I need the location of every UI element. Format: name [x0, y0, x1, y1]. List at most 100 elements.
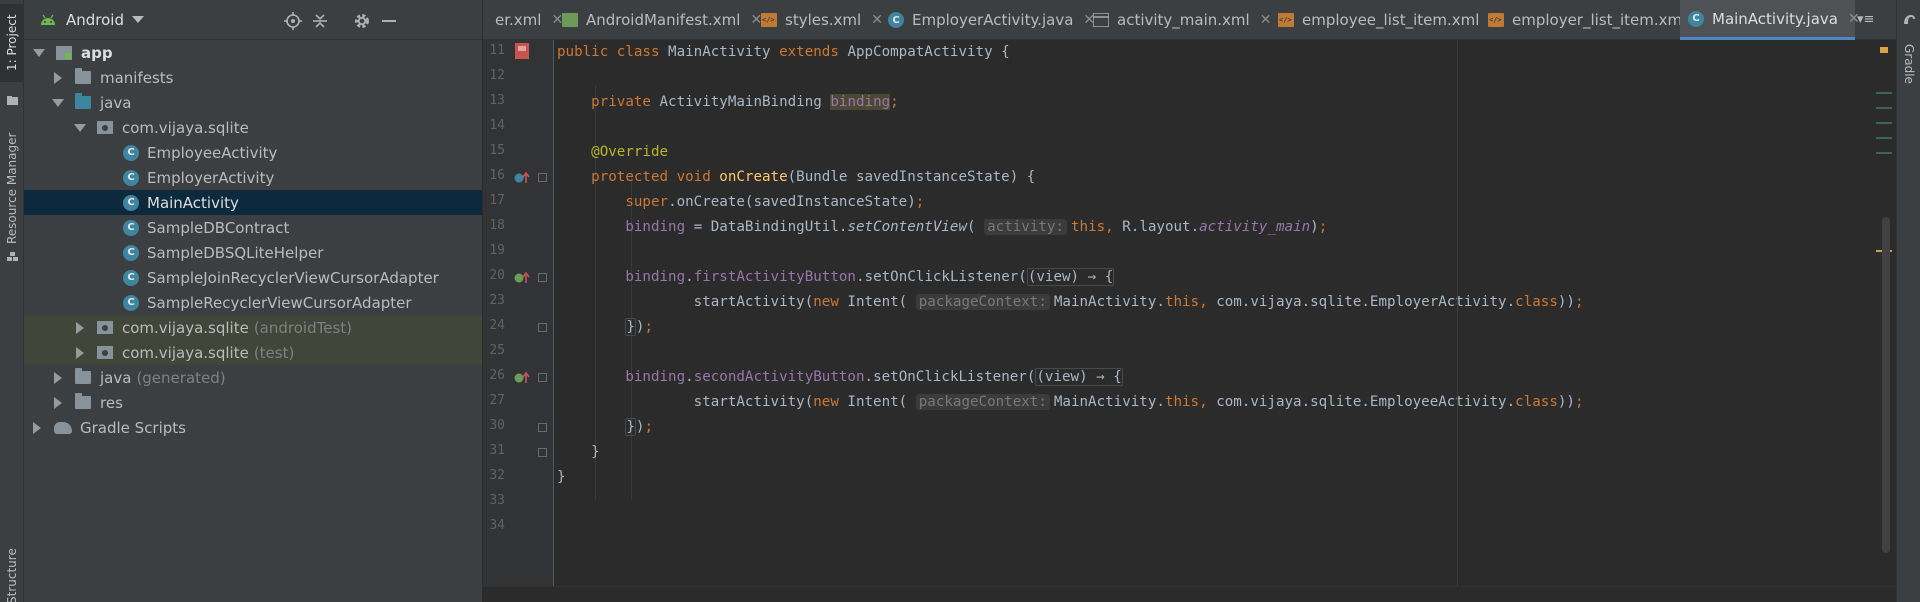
lambda-marker-icon[interactable] [514, 371, 530, 385]
resource-manager-tab-label: Resource Manager [5, 132, 19, 244]
folder-icon [75, 93, 91, 109]
tree-item-employee-activity[interactable]: C EmployeeActivity [24, 140, 482, 165]
tree-item-res[interactable]: res [24, 390, 482, 415]
change-marker[interactable] [1876, 122, 1892, 124]
tree-item-suffix: (androidTest) [253, 318, 352, 337]
tree-item-sampledbcontract[interactable]: C SampleDBContract [24, 215, 482, 240]
chevron-down-icon[interactable] [33, 48, 45, 57]
horizontal-scroll-area[interactable] [483, 586, 1896, 602]
close-icon[interactable]: ✕ [1260, 12, 1272, 28]
tab-employee-list-item[interactable]: employee_list_item.xml ✕ [1278, 0, 1501, 40]
code-line: }); [625, 318, 653, 336]
change-marker[interactable] [1876, 137, 1892, 139]
class-icon: C [123, 269, 139, 286]
tree-item-sampledbsqlitehelper[interactable]: C SampleDBSQLiteHelper [24, 240, 482, 265]
chevron-down-icon[interactable] [74, 123, 86, 132]
android-icon [41, 14, 55, 25]
change-marker[interactable] [1876, 107, 1892, 109]
fold-icon[interactable] [538, 423, 547, 432]
tree-item-manifests[interactable]: manifests [24, 65, 482, 90]
tree-item-package[interactable]: com.vijaya.sqlite [24, 115, 482, 140]
line-number: 12 [489, 68, 505, 83]
fold-icon[interactable] [538, 273, 547, 282]
gradle-tool-tab[interactable]: Gradle [1897, 34, 1920, 94]
tree-item-label: com.vijaya.sqlite [122, 318, 249, 337]
tab-main-activity-java[interactable]: C MainActivity.java ✕ [1680, 0, 1860, 40]
change-marker[interactable] [1876, 92, 1892, 94]
code-editor[interactable]: public class MainActivity extends AppCom… [555, 40, 1880, 586]
tab-styles[interactable]: styles.xml ✕ [761, 0, 883, 40]
code-line: binding = DataBindingUtil.setContentView… [625, 219, 1328, 235]
collapse-all-icon[interactable] [311, 12, 329, 30]
tab-android-manifest[interactable]: AndroidManifest.xml ✕ [558, 0, 762, 40]
tree-item-package-androidtest[interactable]: com.vijaya.sqlite (androidTest) [24, 315, 482, 340]
tree-item-samplejoinadapter[interactable]: C SampleJoinRecyclerViewCursorAdapter [24, 265, 482, 290]
code-line: super.onCreate(savedInstanceState); [625, 194, 925, 210]
tree-item-label: com.vijaya.sqlite [122, 118, 249, 137]
chevron-right-icon[interactable] [33, 421, 41, 434]
code-line: startActivity(new Intent( packageContext… [557, 294, 1584, 310]
warning-marker[interactable] [1880, 47, 1888, 53]
close-icon[interactable]: ✕ [871, 12, 883, 28]
tab-employer-list-item[interactable]: employer_list_item.xml ✕ [1488, 0, 1708, 40]
code-line: @Override [591, 144, 669, 160]
tree-item-suffix: (generated) [136, 368, 226, 387]
class-icon: C [123, 244, 139, 261]
gear-icon[interactable] [353, 12, 371, 30]
tree-item-label: app [81, 43, 113, 62]
res-folder-icon [75, 393, 91, 409]
tree-item-package-test[interactable]: com.vijaya.sqlite (test) [24, 340, 482, 365]
hide-panel-icon[interactable] [380, 12, 398, 30]
tree-item-employer-activity[interactable]: C EmployerActivity [24, 165, 482, 190]
code-line: protected void onCreate(Bundle savedInst… [591, 169, 1036, 185]
fold-icon[interactable] [538, 323, 547, 332]
change-marker[interactable] [1876, 152, 1892, 154]
code-line: startActivity(new Intent( packageContext… [557, 394, 1584, 410]
class-icon: C [123, 169, 139, 186]
tree-item-java-generated[interactable]: java (generated) [24, 365, 482, 390]
tree-item-label: EmployeeActivity [147, 143, 278, 162]
chevron-right-icon[interactable] [54, 371, 62, 384]
right-tool-strip: Gradle [1896, 0, 1920, 602]
folder-icon [75, 68, 91, 84]
locate-target-icon[interactable] [284, 12, 302, 30]
structure-tool-tab[interactable]: Structure [0, 548, 24, 602]
tree-item-gradle-scripts[interactable]: Gradle Scripts [24, 415, 482, 440]
fold-icon[interactable] [538, 448, 547, 457]
code-line: binding.secondActivityButton.setOnClickL… [625, 368, 1123, 386]
tree-item-label: Gradle Scripts [80, 418, 186, 437]
tab-employer-activity-java[interactable]: C EmployerActivity.java ✕ [888, 0, 1095, 40]
project-toolbar: Android [24, 0, 482, 40]
tree-item-samplerecycleradapter[interactable]: C SampleRecyclerViewCursorAdapter [24, 290, 482, 315]
tree-item-main-activity[interactable]: C MainActivity [24, 190, 482, 215]
project-view-selector[interactable]: Android [66, 11, 124, 29]
tab-activity-main-xml[interactable]: activity_main.xml ✕ [1093, 0, 1271, 40]
tree-item-label: EmployerActivity [147, 168, 275, 187]
tree-item-label: manifests [100, 68, 174, 87]
resource-manager-tool-tab[interactable]: Resource Manager [0, 128, 24, 248]
fold-icon[interactable] [538, 373, 547, 382]
layout-preview-icon[interactable] [514, 42, 530, 60]
override-method-icon[interactable] [514, 171, 530, 185]
fold-icon[interactable] [538, 173, 547, 182]
chevron-down-icon[interactable] [132, 16, 144, 23]
chevron-right-icon[interactable] [54, 71, 62, 84]
tab-layout-partial[interactable]: er.xml ✕ [483, 0, 563, 40]
class-icon: C [1688, 10, 1704, 27]
lambda-marker-icon[interactable] [514, 271, 530, 285]
vertical-scrollbar[interactable] [1882, 217, 1890, 553]
tree-item-label: SampleDBContract [147, 218, 290, 237]
tree-item-app[interactable]: app [24, 40, 482, 65]
chevron-right-icon[interactable] [54, 396, 62, 409]
chevron-right-icon[interactable] [76, 346, 84, 359]
line-number: 30 [489, 418, 505, 433]
tab-overflow-icon[interactable]: ▾≡ [1857, 12, 1874, 27]
project-tool-tab[interactable]: 1: Project [0, 4, 24, 82]
gradle-icon [1904, 15, 1915, 24]
line-number: 27 [489, 393, 505, 408]
tree-item-label: res [100, 393, 123, 412]
tree-item-java[interactable]: java [24, 90, 482, 115]
editor-gutter: 11 12 13 14 15 16 17 18 19 20 23 24 25 2… [483, 40, 554, 586]
chevron-right-icon[interactable] [76, 321, 84, 334]
chevron-down-icon[interactable] [52, 98, 64, 107]
